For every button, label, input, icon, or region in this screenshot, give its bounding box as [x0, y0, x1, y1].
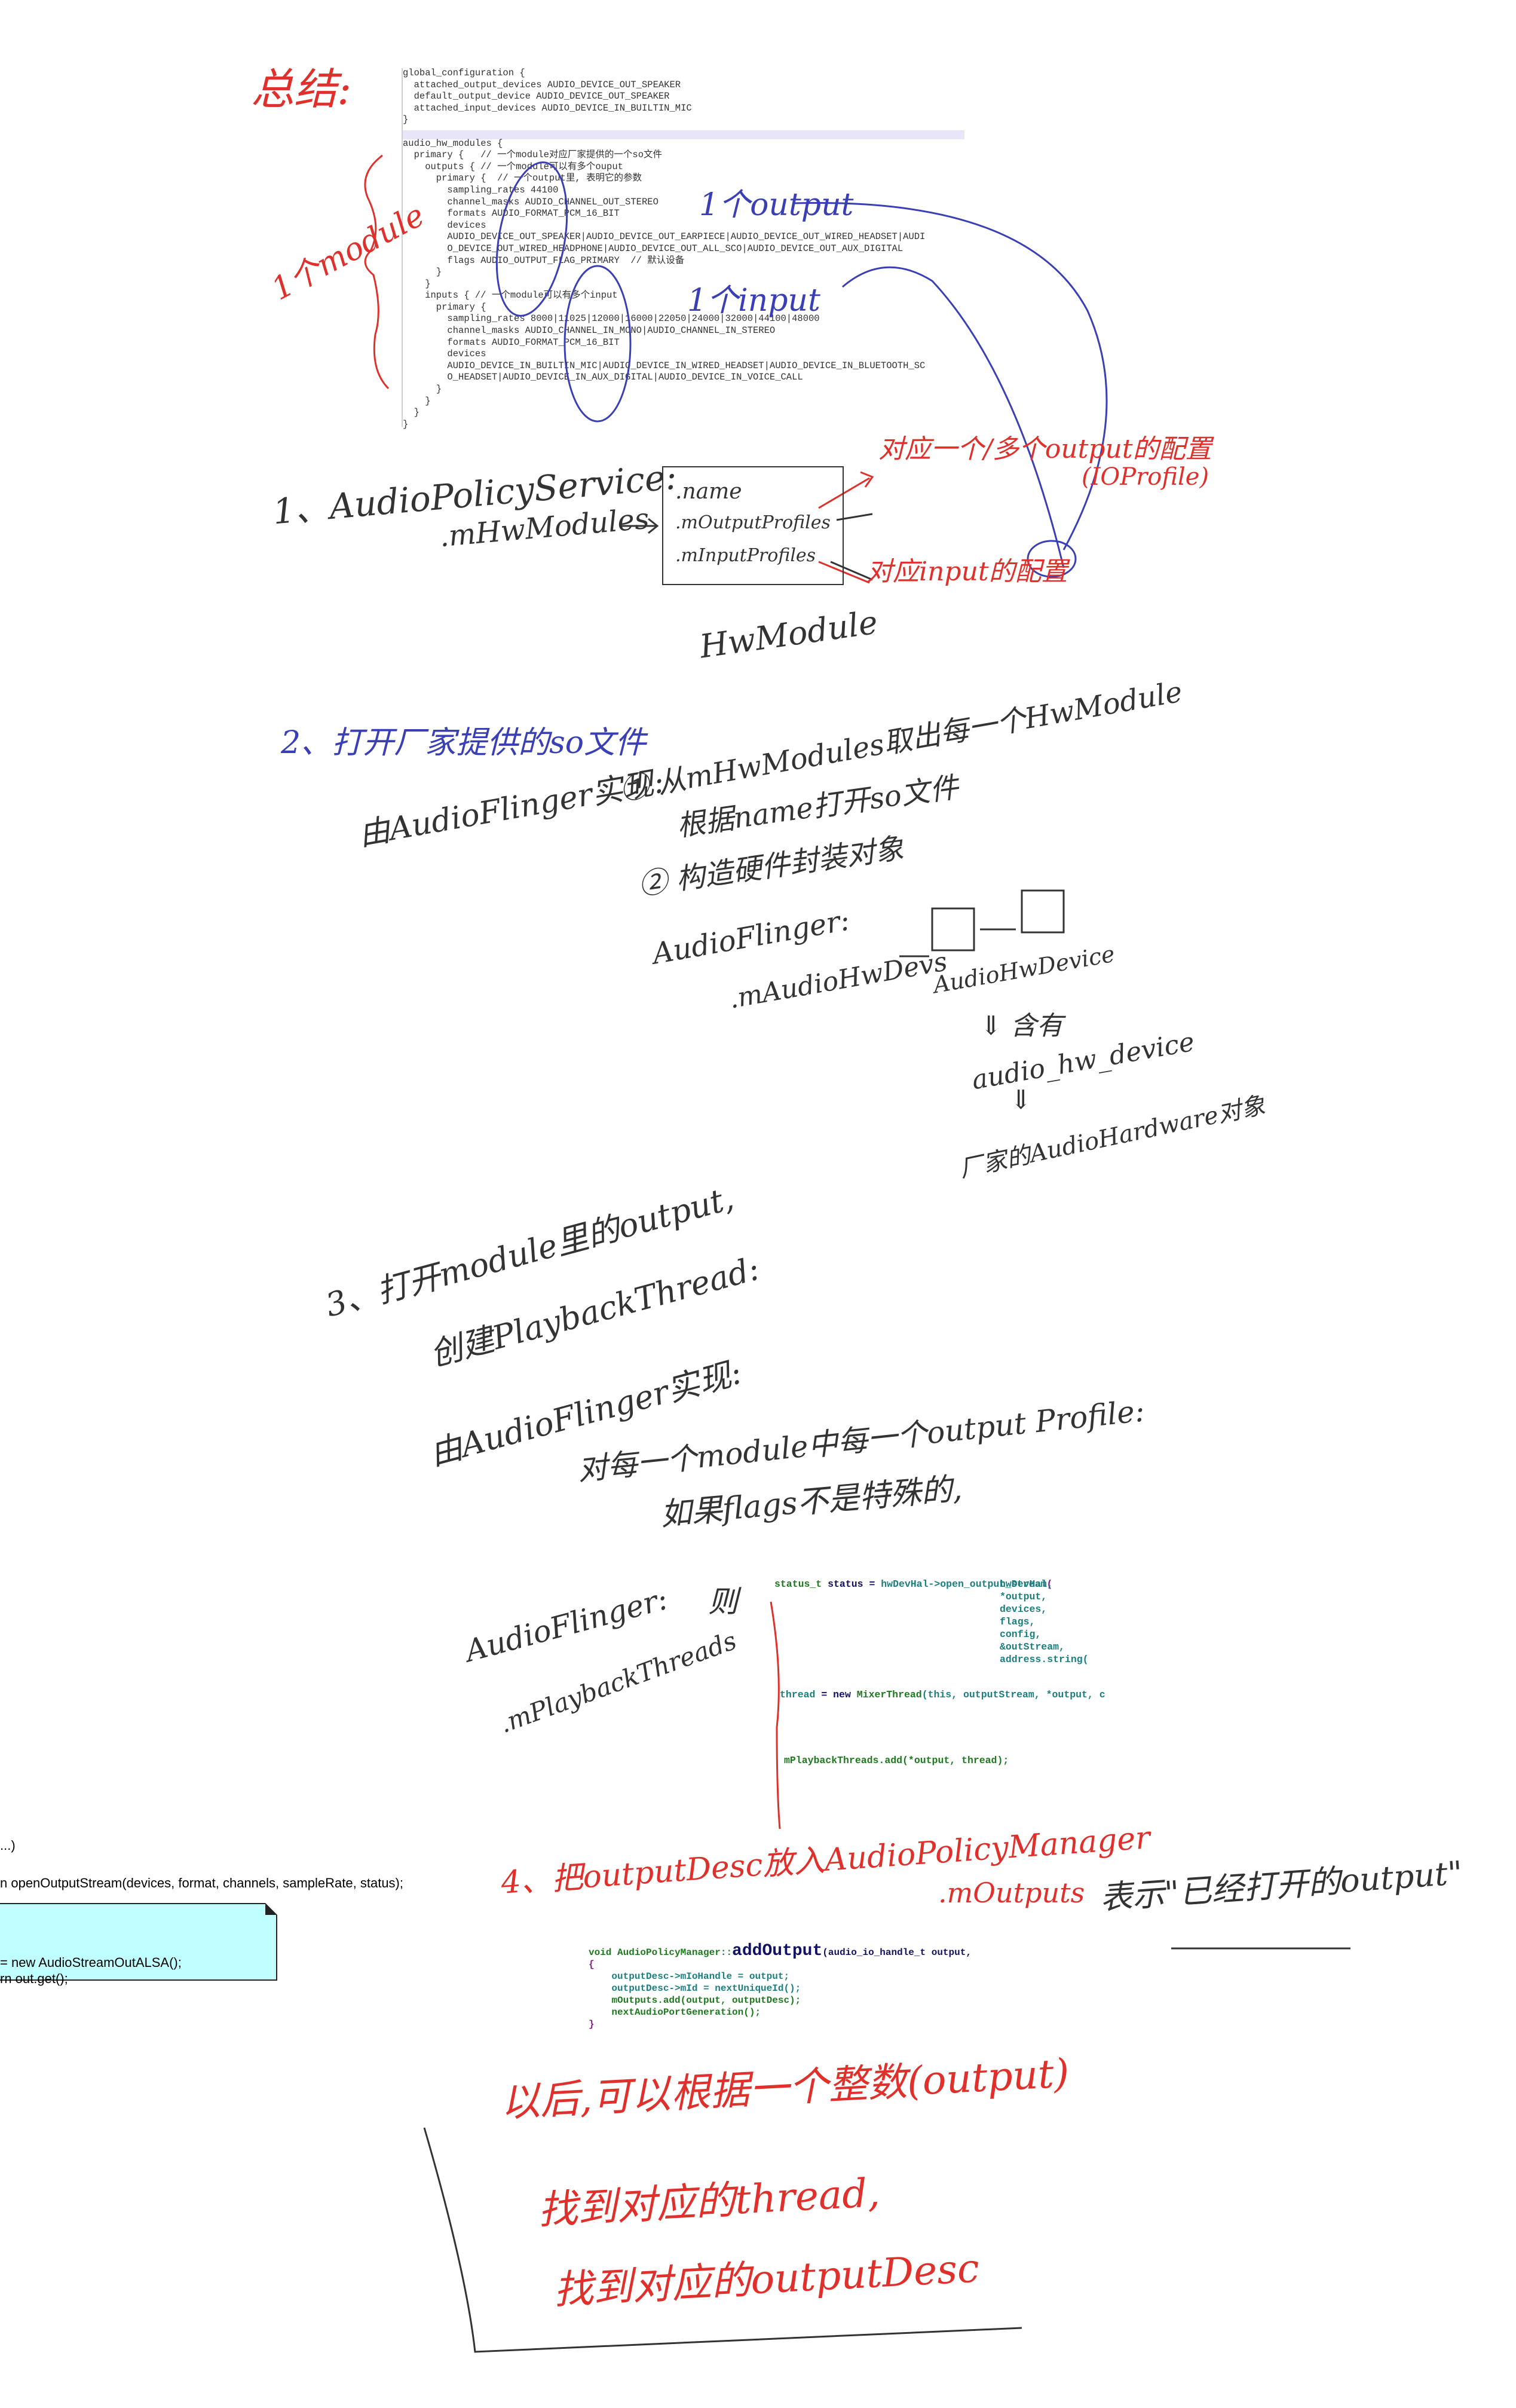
- note-line1: = new AudioStreamOutALSA();: [0, 1955, 182, 1970]
- code-arg: address.string(: [1000, 1654, 1089, 1665]
- code-token: (this, outputStream, *output, c: [921, 1689, 1105, 1700]
- code-arg: flags,: [1000, 1616, 1036, 1627]
- output-annotation: 1个output: [699, 187, 854, 223]
- code-token: outputDesc->mId = nextUniqueId();: [611, 1983, 801, 1994]
- code-token: new: [833, 1689, 851, 1700]
- code-token: {: [589, 1959, 595, 1970]
- code-arg: &outStream,: [1000, 1641, 1065, 1653]
- code-token: status: [828, 1578, 863, 1590]
- input-annotation: 1个input: [687, 283, 820, 319]
- code-token: void: [589, 1947, 612, 1958]
- code-token: outputDesc->mIoHandle = output;: [611, 1971, 790, 1982]
- hwmodule-box: .name .mOutputProfiles .mInputProfiles: [662, 466, 844, 585]
- input-config-note: 对应input的配置: [866, 556, 1068, 587]
- red-brace-code: [770, 1601, 781, 1829]
- box-field: .name: [675, 479, 742, 504]
- code-token: nextAudioPortGeneration();: [611, 2007, 761, 2018]
- code-token: thread: [780, 1689, 816, 1700]
- contains-label: ⇓ 含有: [980, 1011, 1063, 1041]
- left-fragment-line1: ...): [0, 1838, 16, 1853]
- output-config-note: 对应一个/多个output的配置: [878, 434, 1212, 464]
- code-arg: *output,: [1000, 1591, 1048, 1602]
- section4-member: .mOutputs: [938, 1877, 1085, 1909]
- mixer-thread-code: thread = new MixerThread(this, outputStr…: [780, 1689, 1105, 1700]
- note-line2: rn out.get();: [0, 1971, 68, 1986]
- box-field: .mInputProfiles: [675, 545, 816, 566]
- code-token: mOutputs.add(output, outputDesc);: [611, 1995, 801, 2006]
- ink-strokes: [364, 154, 1350, 2353]
- arrow-input: [842, 266, 1065, 568]
- circle-input: [563, 265, 632, 423]
- down-arrow: ⇓: [1010, 1085, 1032, 1115]
- section2-title: 2、打开厂家提供的so文件: [281, 725, 647, 761]
- code-token: addOutput: [732, 1942, 823, 1960]
- box-field: .mOutputProfiles: [675, 512, 831, 533]
- code-token: }: [589, 2019, 595, 2030]
- code-args: hwDevHal, *output, devices, flags, config, &o…: [1000, 1578, 1089, 1666]
- code-token: (audio_io_handle_t output,: [822, 1947, 972, 1958]
- devs-chain: [899, 889, 1065, 957]
- left-fragment-line2: n openOutputStream(devices, format, chan…: [0, 1875, 403, 1890]
- summary-title: 总结:: [251, 64, 352, 114]
- ioprofile-note: (IOProfile): [1082, 463, 1209, 491]
- code-token: status_t: [774, 1578, 822, 1590]
- code-arg: devices,: [1000, 1604, 1048, 1615]
- code-arg: config,: [1000, 1629, 1042, 1640]
- add-output-code: void AudioPolicyManager::addOutput(audio…: [589, 1942, 972, 2030]
- circle-output: [495, 161, 568, 317]
- sticky-note: = new AudioStreamOutALSA(); rn out.get()…: [0, 1903, 277, 1986]
- section3-then: 则: [708, 1584, 738, 1619]
- code-arg: hwDevHal,: [1000, 1578, 1053, 1590]
- code-token: MixerThread: [856, 1689, 922, 1700]
- code-token: AudioPolicyManager::: [617, 1947, 733, 1958]
- add-playback-thread-code: mPlaybackThreads.add(*output, thread);: [784, 1755, 1009, 1766]
- red-brace: [364, 154, 390, 390]
